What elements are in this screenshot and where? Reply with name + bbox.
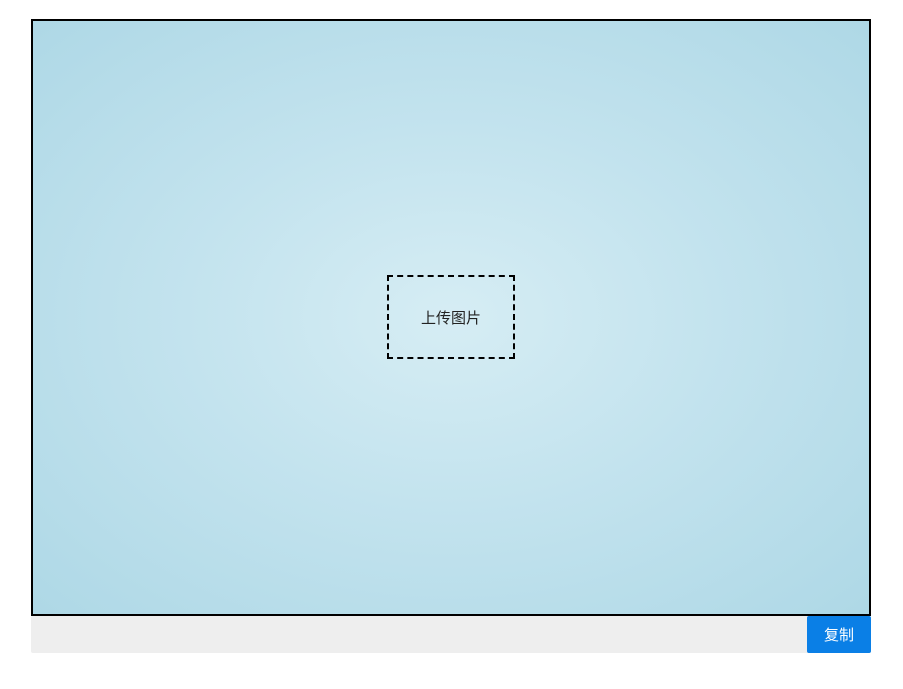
- image-canvas[interactable]: 上传图片: [31, 19, 871, 616]
- upload-image-button[interactable]: 上传图片: [387, 275, 515, 359]
- copy-button[interactable]: 复制: [807, 616, 871, 653]
- output-text-field[interactable]: [31, 616, 807, 653]
- upload-image-label: 上传图片: [420, 308, 481, 327]
- output-bar: 复制: [31, 616, 871, 653]
